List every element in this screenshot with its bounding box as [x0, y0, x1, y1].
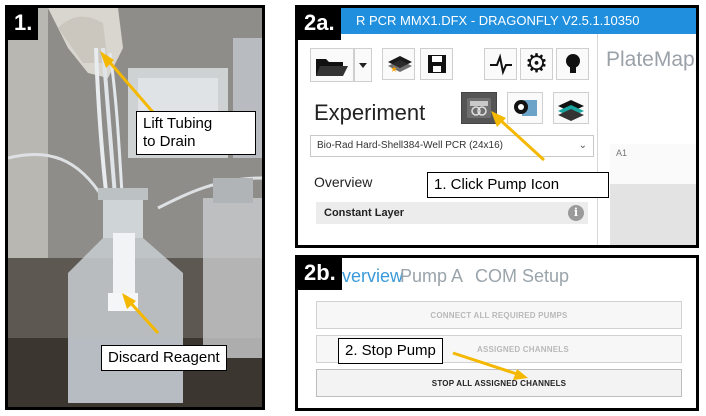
folder-open-icon — [316, 59, 348, 76]
tab-pump-a[interactable]: Pump A — [400, 266, 463, 287]
click-pump-icon-callout: 1. Click Pump Icon — [427, 172, 609, 198]
connect-pumps-button[interactable]: CONNECT ALL REQUIRED PUMPS — [316, 301, 682, 329]
stop-all-channels-button[interactable]: STOP ALL ASSIGNED CHANNELS — [316, 369, 682, 397]
save-icon — [427, 55, 446, 73]
constant-layer-label: Constant Layer — [324, 207, 405, 219]
new-experiment-button[interactable] — [382, 48, 415, 80]
save-button[interactable] — [420, 48, 453, 80]
help-button[interactable] — [556, 48, 589, 80]
stack-star-icon — [387, 56, 412, 72]
lift-tubing-callout: Lift Tubing to Drain — [136, 111, 256, 155]
plate-type-select[interactable]: Bio-Rad Hard-Shell384-Well PCR (24x16) ⌄ — [310, 135, 594, 157]
lightbulb-icon — [565, 54, 580, 73]
discard-reagent-callout: Discard Reagent — [101, 345, 227, 371]
open-dropdown-button[interactable] — [354, 48, 372, 82]
plate-type-value: Bio-Rad Hard-Shell384-Well PCR (24x16) — [317, 140, 504, 151]
info-icon[interactable]: i — [568, 205, 584, 221]
window-title-bar: R PCR MMX1.DFX - DRAGONFLY V2.5.1.10350 — [298, 8, 696, 34]
layers-icon — [558, 100, 584, 121]
gear-plate-icon — [514, 100, 537, 116]
step-number: 1. — [8, 8, 39, 40]
software-panel-2b: verview Pump A COM Setup CONNECT ALL REQ… — [295, 255, 699, 411]
callout-line: Lift Tubing — [143, 115, 213, 132]
pump-button[interactable] — [461, 92, 497, 124]
callout-line: to Drain — [143, 133, 196, 150]
window-title: R PCR MMX1.DFX - DRAGONFLY V2.5.1.10350 — [356, 13, 640, 28]
experiment-title: Experiment — [314, 100, 426, 125]
panel-divider — [597, 34, 598, 245]
software-panel-2a: R PCR MMX1.DFX - DRAGONFLY V2.5.1.10350 … — [295, 5, 699, 248]
photo-panel: 1. Lift Tubing to Drain Discard Reagent — [5, 5, 265, 410]
overview-label: Overview — [314, 174, 373, 190]
chevron-down-icon: ⌄ — [578, 140, 587, 151]
pump-icon — [467, 98, 491, 118]
pulse-icon — [489, 53, 512, 76]
button-label: ASSIGNED CHANNELS — [477, 345, 569, 354]
settings-button[interactable]: ⚙ — [520, 48, 553, 80]
step-number: 2b. — [298, 258, 342, 290]
monitor-button[interactable] — [484, 48, 517, 80]
plate-grid[interactable] — [610, 184, 696, 245]
plate-settings-button[interactable] — [507, 92, 543, 124]
dropdown-arrow-icon — [359, 63, 367, 68]
plate-map-title: PlateMap — [606, 48, 695, 71]
well-label: A1 — [616, 148, 628, 158]
tab-overview[interactable]: verview — [342, 266, 403, 287]
tab-com-setup[interactable]: COM Setup — [475, 266, 569, 287]
stop-pump-callout: 2. Stop Pump — [338, 338, 443, 364]
step-number: 2a. — [298, 8, 341, 40]
open-file-button[interactable] — [310, 48, 354, 82]
layers-button[interactable] — [553, 92, 589, 124]
constant-layer-row[interactable]: Constant Layer i — [316, 202, 588, 224]
gear-icon: ⚙ — [524, 49, 549, 79]
